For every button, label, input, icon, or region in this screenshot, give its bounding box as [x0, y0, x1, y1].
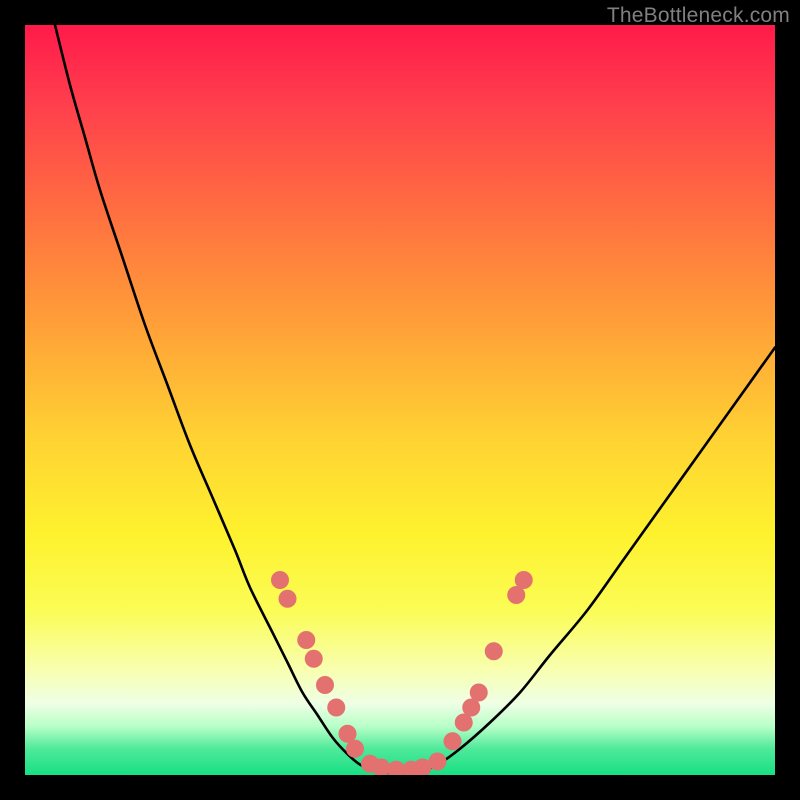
chart-stage: TheBottleneck.com [0, 0, 800, 800]
watermark-text: TheBottleneck.com [607, 4, 790, 28]
curve-dot [316, 676, 334, 694]
curve-dot [515, 571, 533, 589]
curve-dot [346, 740, 364, 758]
curve-dot [444, 732, 462, 750]
chart-svg [25, 25, 775, 775]
curve-dot [279, 590, 297, 608]
curve-dot [271, 571, 289, 589]
curve-dot [305, 650, 323, 668]
curve-dot [429, 753, 447, 771]
curve-dot [485, 642, 503, 660]
curve-dots [271, 571, 533, 775]
plot-frame [25, 25, 775, 775]
curve-dot [470, 684, 488, 702]
curve-dot [297, 631, 315, 649]
curve-dot [327, 699, 345, 717]
bottleneck-curve [55, 25, 775, 774]
